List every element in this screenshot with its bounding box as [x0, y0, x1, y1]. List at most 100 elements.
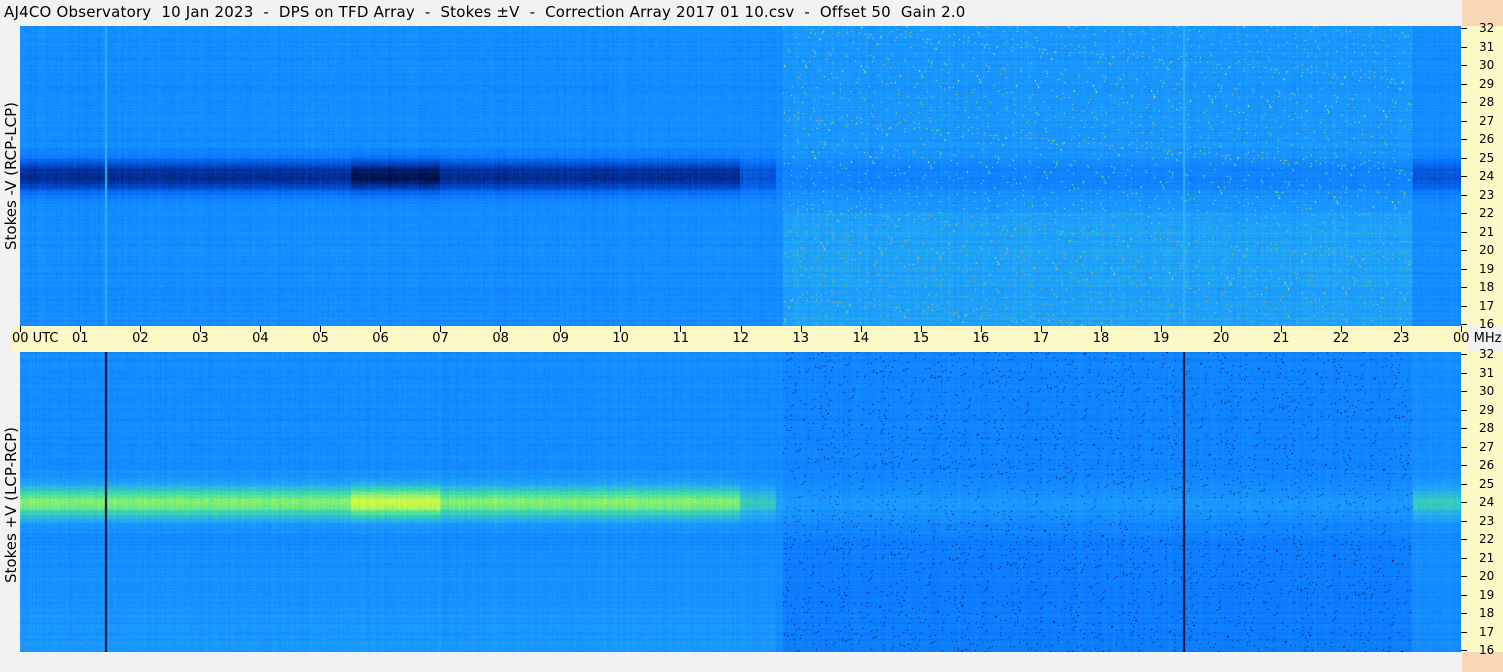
- time-tick-label: 04: [252, 331, 269, 346]
- freq-tick: [1461, 446, 1467, 448]
- time-tick: [380, 326, 382, 332]
- spectrogram-top: [20, 26, 1461, 326]
- time-tick-label: 01: [72, 331, 89, 346]
- freq-tick-label: 21: [1479, 224, 1495, 239]
- freq-tick: [1461, 287, 1467, 288]
- freq-tick: [1461, 28, 1467, 29]
- freq-axis-bottom: 32 31 30 29 28 27 26 25 24 23 22 21 20 19 18 17 16: [1461, 348, 1503, 656]
- freq-tick: [1461, 631, 1467, 633]
- time-tick-label: 22: [1332, 331, 1350, 346]
- freq-tick-label: 30: [1479, 58, 1495, 72]
- freq-tick: [1461, 650, 1467, 651]
- freq-tick: [1461, 102, 1467, 103]
- time-tick: [500, 326, 502, 332]
- freq-tick-label: 19: [1479, 587, 1495, 602]
- time-tick: [80, 326, 82, 332]
- freq-tick-label: 25: [1479, 476, 1495, 491]
- spectrogram-bottom-canvas: [20, 352, 1461, 652]
- freq-tick-label: 31: [1479, 365, 1495, 380]
- time-tick: [140, 326, 142, 332]
- freq-tick-label: 28: [1479, 421, 1495, 435]
- chart-title: AJ4CO Observatory 10 Jan 2023 - DPS on T…: [4, 3, 966, 21]
- freq-tick-label: 25: [1479, 150, 1495, 165]
- time-tick-label: 00 MHz: [1453, 331, 1502, 346]
- time-tick: [740, 326, 742, 332]
- time-tick: [680, 326, 682, 332]
- time-tick: [560, 326, 562, 332]
- time-tick: [1280, 326, 1282, 332]
- spectrogram-bottom: [20, 352, 1461, 652]
- time-tick: [860, 326, 862, 332]
- spectrogram-top-canvas: [20, 26, 1461, 326]
- freq-axis-top: 32 31 30 29 28 27 26 25 24 23 22 21 20 19 18 17 16: [1461, 22, 1503, 330]
- freq-tick: [1461, 354, 1467, 355]
- freq-tick: [1461, 557, 1467, 559]
- time-tick: [1160, 326, 1162, 332]
- time-tick: [1340, 326, 1342, 332]
- time-tick-label: 13: [792, 331, 810, 346]
- time-tick-label: 18: [1092, 331, 1110, 346]
- time-tick-label: 14: [852, 331, 870, 346]
- freq-tick-label: 32: [1479, 21, 1495, 35]
- freq-tick-label: 28: [1479, 95, 1495, 109]
- freq-tick-label: 17: [1479, 624, 1495, 639]
- time-tick-label: 06: [372, 331, 389, 346]
- freq-tick: [1461, 120, 1467, 122]
- freq-tick-label: 26: [1479, 132, 1495, 146]
- freq-tick: [1461, 324, 1467, 325]
- time-tick-label: 00 UTC: [12, 331, 59, 346]
- freq-tick-label: 16: [1479, 643, 1495, 657]
- freq-tick-label: 16: [1479, 317, 1495, 331]
- freq-tick-label: 21: [1479, 550, 1495, 565]
- time-tick: [980, 326, 982, 332]
- freq-tick: [1461, 139, 1467, 140]
- time-tick: [260, 326, 262, 332]
- freq-tick: [1461, 576, 1467, 577]
- freq-tick: [1461, 502, 1467, 503]
- freq-tick-label: 18: [1479, 606, 1495, 620]
- freq-tick-label: 19: [1479, 261, 1495, 276]
- time-tick-label: 21: [1272, 331, 1290, 346]
- time-tick: [1100, 326, 1102, 332]
- time-tick: [200, 326, 202, 332]
- time-tick-label: 02: [132, 331, 149, 346]
- freq-tick: [1461, 391, 1467, 392]
- freq-tick-label: 24: [1479, 169, 1495, 183]
- freq-tick-label: 20: [1479, 243, 1495, 257]
- freq-tick-label: 26: [1479, 458, 1495, 472]
- freq-tick: [1461, 409, 1467, 411]
- freq-tick-label: 27: [1479, 439, 1495, 454]
- freq-tick-label: 29: [1479, 76, 1495, 91]
- time-tick-label: 07: [432, 331, 449, 346]
- freq-tick-label: 22: [1479, 532, 1495, 546]
- time-tick-label: 20: [1212, 331, 1230, 346]
- freq-tick-label: 22: [1479, 206, 1495, 220]
- time-tick-label: 09: [552, 331, 569, 346]
- freq-tick-label: 27: [1479, 113, 1495, 128]
- freq-tick: [1461, 213, 1467, 214]
- freq-tick: [1461, 613, 1467, 614]
- freq-tick-label: 24: [1479, 495, 1495, 509]
- freq-tick: [1461, 372, 1467, 374]
- freq-tick: [1461, 250, 1467, 251]
- freq-tick-label: 31: [1479, 39, 1495, 54]
- freq-tick-label: 17: [1479, 298, 1495, 313]
- freq-tick: [1461, 83, 1467, 85]
- time-tick-label: 19: [1152, 331, 1170, 346]
- freq-tick: [1461, 46, 1467, 48]
- freq-tick-label: 23: [1479, 187, 1495, 202]
- time-tick: [440, 326, 442, 332]
- time-tick-label: 17: [1032, 331, 1050, 346]
- freq-tick: [1461, 231, 1467, 233]
- time-axis: 00 UTC 01 02 03 04 05 06 07 08 09 10 11 12 13 14 15 16 17…: [12, 326, 1502, 352]
- time-tick: [620, 326, 622, 332]
- time-tick-label: 08: [492, 331, 509, 346]
- y-axis-label-top: Stokes -V (RCP-LCP): [2, 102, 20, 250]
- time-tick-label: 15: [912, 331, 930, 346]
- freq-tick: [1461, 539, 1467, 540]
- time-tick: [1040, 326, 1042, 332]
- freq-tick: [1461, 305, 1467, 307]
- time-tick: [920, 326, 922, 332]
- time-tick-label: 03: [192, 331, 209, 346]
- time-tick: [320, 326, 322, 332]
